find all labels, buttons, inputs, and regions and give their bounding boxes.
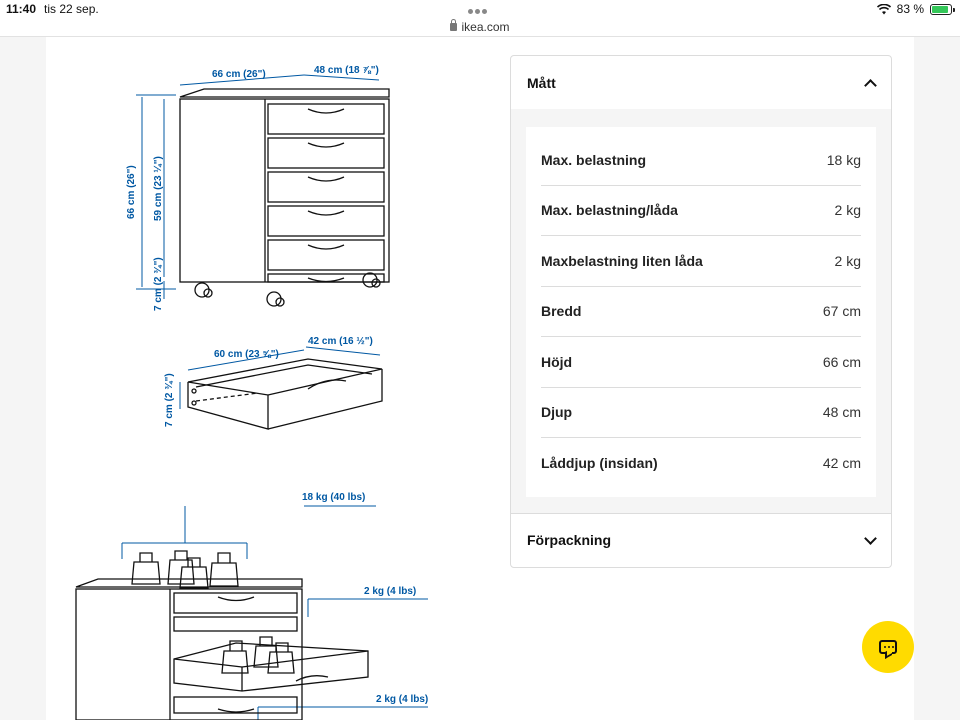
spec-value: 2 kg <box>834 252 861 269</box>
drawer-load-label-2: 2 kg (4 lbs) <box>376 694 428 705</box>
spec-value: 2 kg <box>834 202 861 219</box>
spec-label: Maxbelastning liten låda <box>541 252 703 269</box>
spec-label: Låddjup (insidan) <box>541 455 658 472</box>
spec-row-max-load: Max. belastning 18 kg <box>541 135 861 186</box>
spec-row-max-load-drawer: Max. belastning/låda 2 kg <box>541 186 861 236</box>
product-details-accordion: Mått Max. belastning 18 kg Max. belastni… <box>510 55 892 568</box>
packaging-section-title: Förpackning <box>527 532 612 548</box>
packaging-section-header[interactable]: Förpackning <box>511 514 891 567</box>
spec-value: 66 cm <box>822 353 861 370</box>
status-date: tis 22 sep. <box>44 2 99 16</box>
height-dimension-label: 66 cm (26") <box>126 165 137 219</box>
spec-label: Höjd <box>541 353 573 370</box>
drawer-depth-dimension-label: 42 cm (16 ½") <box>308 336 373 347</box>
battery-percent: 83 % <box>896 2 924 16</box>
status-time: 11:40 <box>6 2 37 16</box>
spec-row-width: Bredd 67 cm <box>541 287 861 337</box>
spec-value: 48 cm <box>822 404 861 421</box>
battery-icon <box>930 3 955 15</box>
lock-icon <box>450 19 458 31</box>
spec-list: Max. belastning 18 kg Max. belastning/lå… <box>526 127 876 497</box>
spec-row-drawer-depth: Låddjup (insidan) 42 cm <box>541 438 861 489</box>
spec-label: Max. belastning <box>541 151 647 168</box>
spec-row-depth: Djup 48 cm <box>541 388 861 438</box>
spec-label: Max. belastning/låda <box>541 202 678 219</box>
chat-button[interactable] <box>862 621 914 673</box>
drawer-width-dimension-label: 60 cm (23 ⅝") <box>214 349 279 360</box>
chevron-up-icon[interactable] <box>865 78 875 88</box>
status-bar: 11:40 tis 22 sep. 83 % <box>0 0 960 20</box>
drawer-load-label-1: 2 kg (4 lbs) <box>364 586 416 597</box>
total-load-label: 18 kg (40 lbs) <box>302 492 365 503</box>
wifi-icon <box>876 3 891 14</box>
wheel-height-dimension-label: 7 cm (2 ¾") <box>153 257 164 311</box>
chat-icon <box>879 640 897 654</box>
dimensions-section-title: Mått <box>527 74 556 91</box>
dimension-drawing: 66 cm (26") 48 cm (18 ⅞") 66 cm (26") 59… <box>75 65 428 720</box>
url-text: ikea.com <box>461 20 510 34</box>
dimensions-section-header[interactable]: Mått <box>511 56 891 109</box>
spec-value: 18 kg <box>826 151 861 168</box>
body-height-dimension-label: 59 cm (23 ¼") <box>153 156 164 221</box>
product-page: 66 cm (26") 48 cm (18 ⅞") 66 cm (26") 59… <box>46 37 914 720</box>
multitasking-dots-icon[interactable] <box>468 3 492 14</box>
spec-row-max-load-small-drawer: Maxbelastning liten låda 2 kg <box>541 236 861 287</box>
address-bar[interactable]: ikea.com <box>0 19 960 37</box>
spec-value: 67 cm <box>822 303 861 320</box>
dimensions-section-body: Max. belastning 18 kg Max. belastning/lå… <box>511 109 891 513</box>
drawer-height-dimension-label: 7 cm (2 ¾") <box>164 373 175 427</box>
spec-row-height: Höjd 66 cm <box>541 337 861 388</box>
width-dimension-label: 66 cm (26") <box>212 69 266 80</box>
dimension-illustration: 66 cm (26") 48 cm (18 ⅞") 66 cm (26") 59… <box>46 37 466 720</box>
spec-label: Bredd <box>541 303 582 320</box>
spec-label: Djup <box>541 404 573 421</box>
chevron-down-icon[interactable] <box>865 535 875 545</box>
depth-dimension-label: 48 cm (18 ⅞") <box>314 65 379 76</box>
spec-value: 42 cm <box>822 455 861 472</box>
